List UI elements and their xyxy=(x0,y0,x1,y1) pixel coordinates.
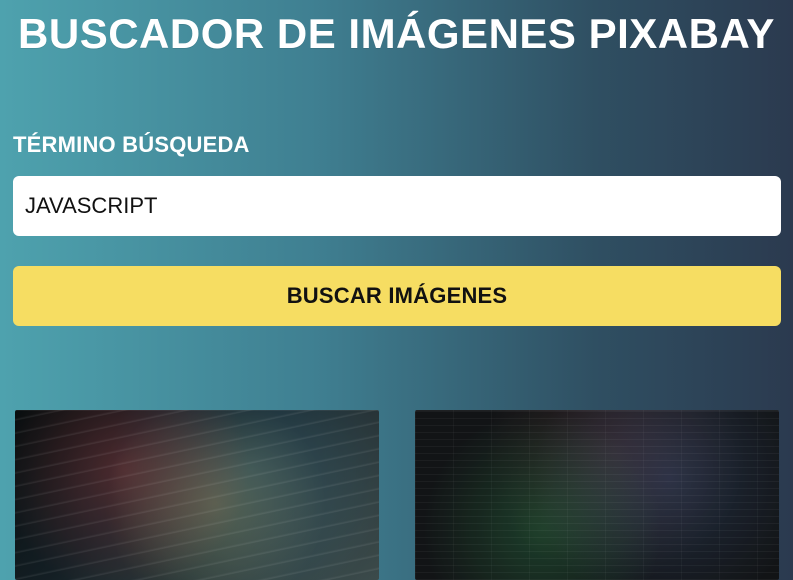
search-input[interactable] xyxy=(13,176,781,236)
search-form: TÉRMINO BÚSQUEDA BUSCAR IMÁGENES xyxy=(13,132,781,326)
page-title: BUSCADOR DE IMÁGENES PIXABAY xyxy=(18,10,775,57)
search-label: TÉRMINO BÚSQUEDA xyxy=(13,132,250,157)
results-grid xyxy=(15,410,779,580)
result-image-1[interactable] xyxy=(15,410,379,580)
search-images-button[interactable]: BUSCAR IMÁGENES xyxy=(13,266,781,326)
result-image-2[interactable] xyxy=(415,410,779,580)
